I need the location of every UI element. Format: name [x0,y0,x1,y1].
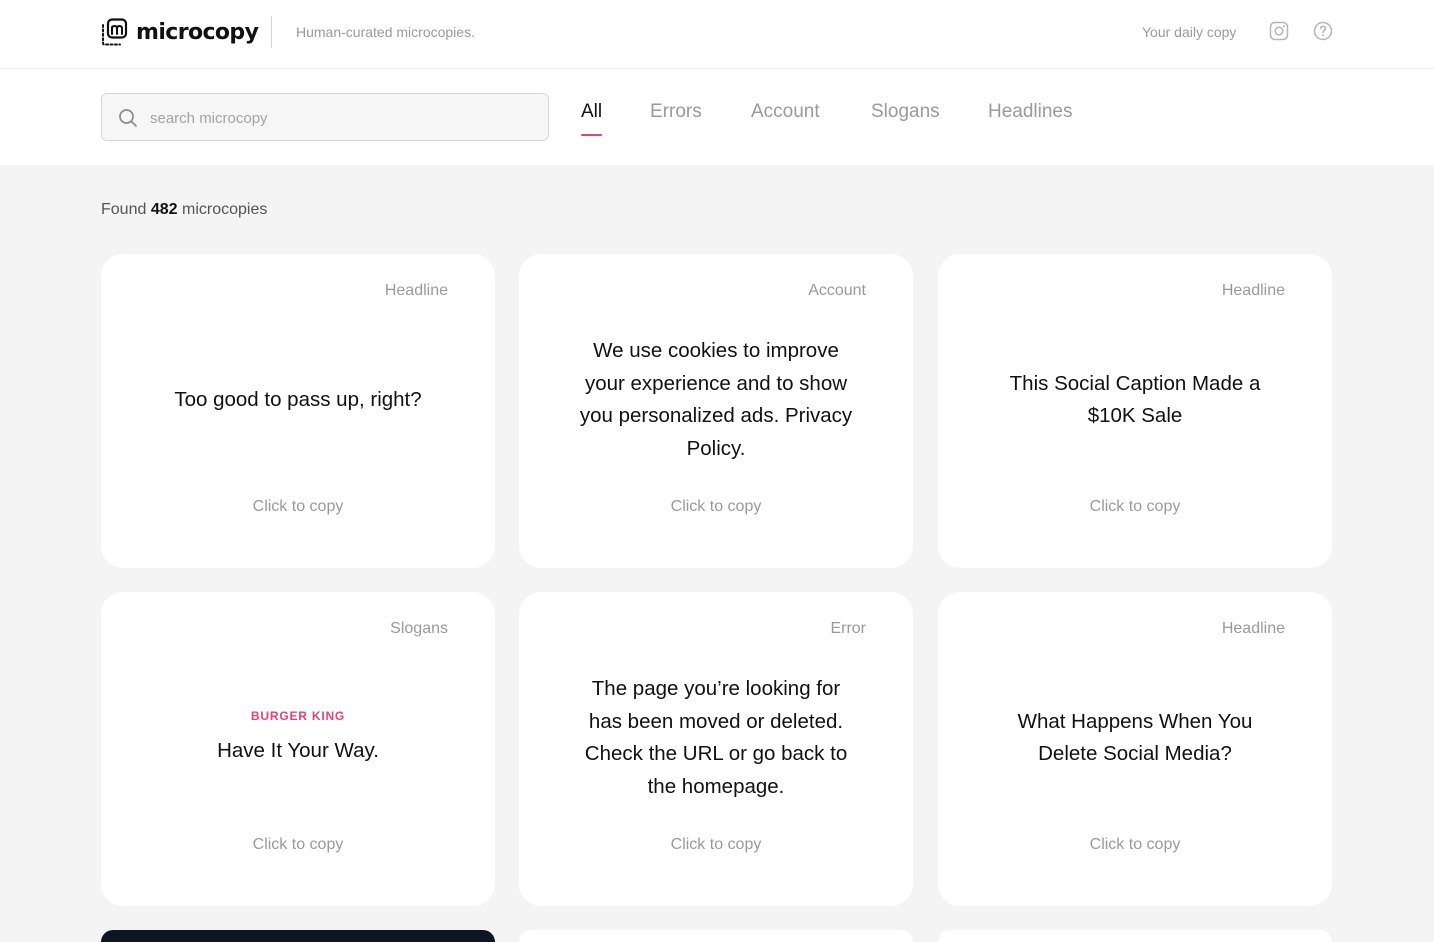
search-box[interactable] [101,93,549,141]
card-category: Headline [1221,282,1285,299]
tab-all[interactable]: All [581,101,602,123]
card-body: What Happens When You Delete Social Medi… [968,654,1302,822]
instagram-icon[interactable] [1269,21,1289,41]
card-text: Have It Your Way. [217,738,379,762]
card-body: We use cookies to improve your experienc… [549,316,883,484]
filter-bar: All Errors Account Slogans Headlines [0,69,1434,165]
card-category: Headline [1221,620,1285,637]
copy-button[interactable]: Click to copy [938,498,1332,516]
card-category: Headline [384,282,448,299]
top-header: microcopy Human-curated microcopies. You… [0,0,1434,69]
card-text: What Happens When You Delete Social Medi… [1017,709,1253,766]
card-body: Too good to pass up, right? [131,316,465,484]
microcopy-card[interactable]: Slogans BURGER KING Have It Your Way. Cl… [101,592,495,906]
active-tab-indicator [581,134,602,136]
microcopy-card[interactable] [938,930,1332,942]
search-icon [119,109,137,127]
results-number: 482 [150,201,178,218]
tab-slogans[interactable]: Slogans [871,101,940,123]
results-suffix: microcopies [181,201,268,218]
card-body: The page you’re looking for has been mov… [549,654,883,822]
tab-account[interactable]: Account [751,101,820,123]
daily-copy-link[interactable]: Your daily copy [1142,24,1236,40]
copy-button[interactable]: Click to copy [938,836,1332,854]
tab-headlines[interactable]: Headlines [988,101,1073,123]
card-category: Account [808,282,866,299]
copy-button[interactable]: Click to copy [101,836,495,854]
card-text: We use cookies to improve your experienc… [579,339,853,460]
card-body: This Social Caption Made a $10K Sale [968,316,1302,484]
tab-errors[interactable]: Errors [650,101,702,123]
logo-text: microcopy [136,19,259,45]
card-category: Error [830,620,866,637]
microcopy-card[interactable]: Headline Too good to pass up, right? Cli… [101,254,495,568]
search-input[interactable] [150,106,530,130]
logo-mark-icon [102,18,128,46]
copy-button[interactable]: Click to copy [519,498,913,516]
card-body: BURGER KING Have It Your Way. [131,654,465,822]
microcopy-card[interactable]: Account We use cookies to improve your e… [519,254,913,568]
card-text: Too good to pass up, right? [174,387,422,411]
header-divider [271,16,272,48]
card-category: Slogans [390,620,448,637]
card-brand: BURGER KING [250,708,346,723]
site-tagline: Human-curated microcopies. [296,24,475,40]
microcopy-card[interactable]: Headline This Social Caption Made a $10K… [938,254,1332,568]
microcopy-card[interactable] [101,930,495,942]
microcopy-card[interactable]: Headline What Happens When You Delete So… [938,592,1332,906]
microcopy-card[interactable] [519,930,913,942]
microcopy-card[interactable]: Error The page you’re looking for has be… [519,592,913,906]
results-prefix: Found [101,201,147,218]
copy-button[interactable]: Click to copy [519,836,913,854]
copy-button[interactable]: Click to copy [101,498,495,516]
help-circle-icon[interactable] [1313,21,1333,41]
card-text: This Social Caption Made a $10K Sale [1009,371,1261,428]
card-text: The page you’re looking for has been mov… [584,677,848,798]
results-count: Found 482 microcopies [101,201,267,219]
site-logo[interactable]: microcopy [101,17,259,47]
